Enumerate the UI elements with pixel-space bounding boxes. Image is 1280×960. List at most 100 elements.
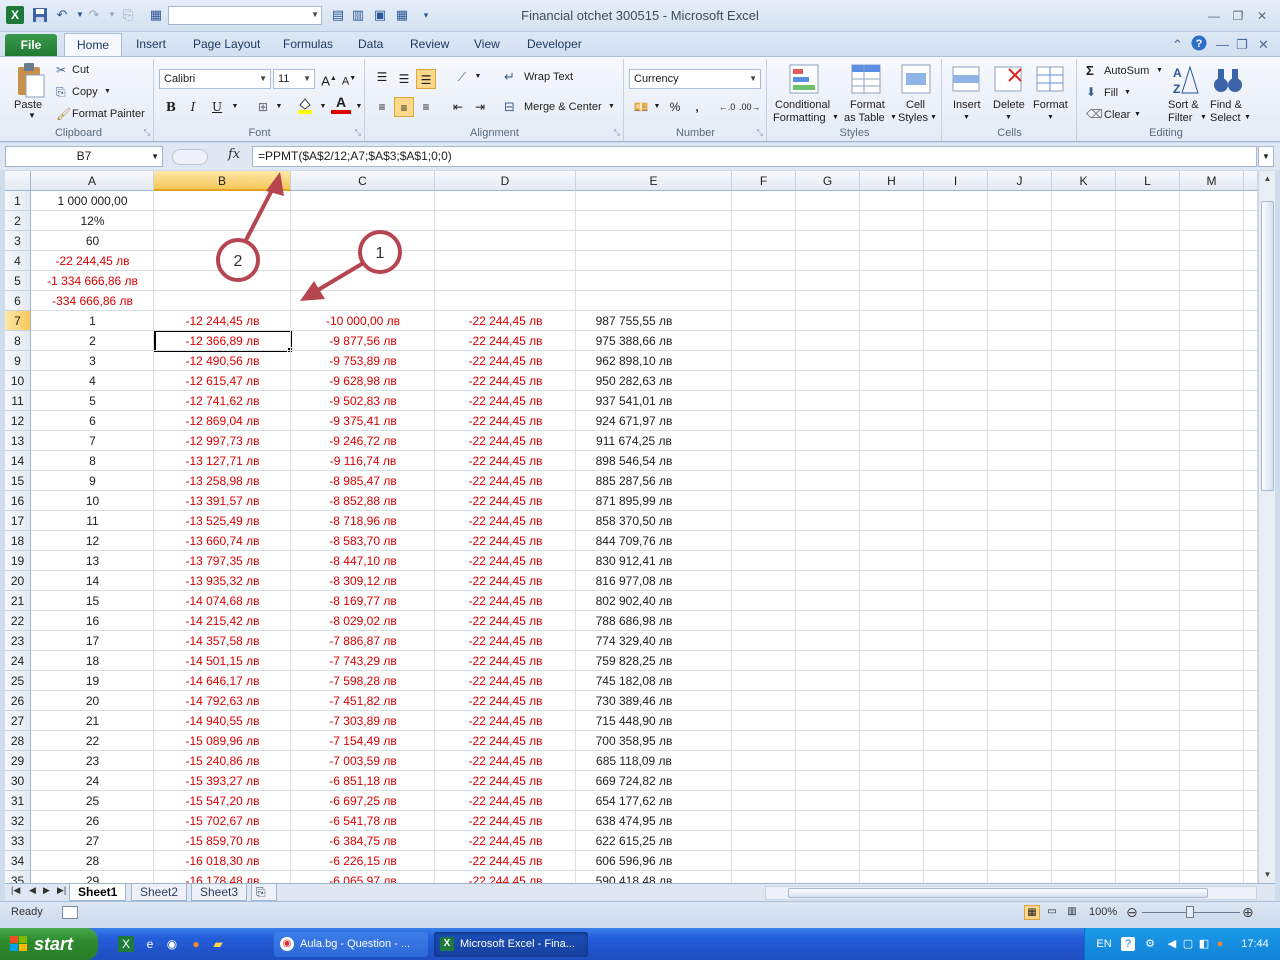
row-header[interactable]: 27 — [5, 711, 31, 731]
cell-c16[interactable]: -8 852,88 лв — [291, 491, 435, 511]
cell-a28[interactable]: 22 — [31, 731, 154, 751]
fill-button[interactable]: Fill — [1104, 87, 1118, 99]
cell-a15[interactable]: 9 — [31, 471, 154, 491]
bold-button[interactable]: B — [161, 97, 181, 117]
cell-e33[interactable]: 622 615,25 лв — [556, 831, 712, 851]
cell-c30[interactable]: -6 851,18 лв — [291, 771, 435, 791]
merge-center-button[interactable]: Merge & Center — [524, 101, 602, 113]
cell-a18[interactable]: 12 — [31, 531, 154, 551]
orientation-dropdown-icon[interactable]: ▼ — [468, 67, 488, 87]
tab-formulas[interactable]: Formulas — [283, 37, 333, 51]
accounting-dropdown-icon[interactable]: ▼ — [647, 97, 667, 117]
row-header[interactable]: 23 — [5, 631, 31, 651]
row-header[interactable]: 8 — [5, 331, 31, 351]
row-header[interactable]: 9 — [5, 351, 31, 371]
cell-a2[interactable]: 12% — [31, 211, 154, 231]
cell-d30[interactable]: -22 244,45 лв — [435, 771, 576, 791]
cell-a17[interactable]: 11 — [31, 511, 154, 531]
cell-styles-icon[interactable] — [900, 63, 934, 97]
row-header[interactable]: 12 — [5, 411, 31, 431]
conditional-dropdown-icon[interactable]: ▼ — [832, 114, 839, 121]
cell-b34[interactable]: -16 018,30 лв — [154, 851, 291, 871]
macro-record-icon[interactable] — [62, 906, 78, 919]
cell-c23[interactable]: -7 886,87 лв — [291, 631, 435, 651]
cell-b17[interactable]: -13 525,49 лв — [154, 511, 291, 531]
cell-c14[interactable]: -9 116,74 лв — [291, 451, 435, 471]
decrease-indent-icon[interactable]: ⇤ — [448, 97, 468, 117]
cell-d27[interactable]: -22 244,45 лв — [435, 711, 576, 731]
cell-a29[interactable]: 23 — [31, 751, 154, 771]
row-header[interactable]: 15 — [5, 471, 31, 491]
percent-style-button[interactable]: % — [665, 97, 685, 117]
row-header[interactable]: 29 — [5, 751, 31, 771]
scroll-up-icon[interactable]: ▲ — [1259, 171, 1276, 187]
help-tray-icon[interactable]: ? — [1121, 937, 1135, 951]
cell-e22[interactable]: 788 686,98 лв — [556, 611, 712, 631]
fill-color-icon[interactable] — [295, 95, 315, 115]
cell-a1[interactable]: 1 000 000,00 — [31, 191, 154, 211]
cell-c22[interactable]: -8 029,02 лв — [291, 611, 435, 631]
cell-d11[interactable]: -22 244,45 лв — [435, 391, 576, 411]
align-left-icon[interactable]: ≡ — [372, 97, 392, 117]
cell-a26[interactable]: 20 — [31, 691, 154, 711]
settings-tray-icon[interactable]: ⚙ — [1143, 937, 1157, 951]
cell-e30[interactable]: 669 724,82 лв — [556, 771, 712, 791]
copy-button[interactable]: Copy — [72, 86, 98, 98]
next-sheet-icon[interactable]: ▶ — [43, 885, 50, 896]
underline-dropdown-icon[interactable]: ▼ — [225, 97, 245, 117]
redo-icon[interactable]: ↷ — [86, 7, 102, 23]
cell-c27[interactable]: -7 303,89 лв — [291, 711, 435, 731]
align-right-icon[interactable]: ≡ — [416, 97, 436, 117]
cell-d22[interactable]: -22 244,45 лв — [435, 611, 576, 631]
cell-b33[interactable]: -15 859,70 лв — [154, 831, 291, 851]
comma-style-button[interactable]: , — [687, 97, 707, 117]
row-header[interactable]: 16 — [5, 491, 31, 511]
tray-expand-icon[interactable]: ◀ — [1165, 937, 1179, 951]
underline-button[interactable]: U — [207, 97, 227, 117]
task-excel[interactable]: X Microsoft Excel - Fina... — [434, 932, 588, 957]
cell-a7[interactable]: 1 — [31, 311, 154, 331]
cell-d29[interactable]: -22 244,45 лв — [435, 751, 576, 771]
workbook-restore-icon[interactable]: ❐ — [1236, 37, 1248, 53]
insert-dropdown-icon[interactable]: ▼ — [963, 114, 970, 121]
cell-b22[interactable]: -14 215,42 лв — [154, 611, 291, 631]
cell-c31[interactable]: -6 697,25 лв — [291, 791, 435, 811]
page-layout-view-icon[interactable]: ▭ — [1044, 905, 1060, 920]
calculator-icon[interactable]: ▦ — [148, 7, 164, 23]
task-aula[interactable]: ◉ Aula.bg - Question - ... — [274, 932, 428, 957]
cell-c11[interactable]: -9 502,83 лв — [291, 391, 435, 411]
row-header[interactable]: 30 — [5, 771, 31, 791]
dialog-launcher-icon[interactable]: ⤡ — [614, 128, 620, 138]
paste-button[interactable]: Paste — [14, 99, 42, 111]
paste-dropdown-icon[interactable]: ▼ — [28, 111, 36, 120]
cell-d9[interactable]: -22 244,45 лв — [435, 351, 576, 371]
cell-b27[interactable]: -14 940,55 лв — [154, 711, 291, 731]
row-header[interactable]: 24 — [5, 651, 31, 671]
cell-a27[interactable]: 21 — [31, 711, 154, 731]
row-header[interactable]: 3 — [5, 231, 31, 251]
fill-color-dropdown-icon[interactable]: ▼ — [313, 97, 333, 117]
cell-a23[interactable]: 17 — [31, 631, 154, 651]
delete-cells-icon[interactable] — [993, 63, 1025, 97]
dialog-launcher-icon[interactable]: ⤡ — [355, 128, 361, 138]
grow-font-button[interactable]: A▲ — [319, 69, 339, 89]
format-as-table-button[interactable]: Format — [850, 99, 885, 111]
tab-page-layout[interactable]: Page Layout — [193, 37, 260, 51]
cell-b29[interactable]: -15 240,86 лв — [154, 751, 291, 771]
cell-e31[interactable]: 654 177,62 лв — [556, 791, 712, 811]
cell-e16[interactable]: 871 895,99 лв — [556, 491, 712, 511]
cell-c26[interactable]: -7 451,82 лв — [291, 691, 435, 711]
column-header-l[interactable]: L — [1116, 171, 1180, 191]
cell-c20[interactable]: -8 309,12 лв — [291, 571, 435, 591]
cell-d13[interactable]: -22 244,45 лв — [435, 431, 576, 451]
cell-e18[interactable]: 844 709,76 лв — [556, 531, 712, 551]
excel-quicklaunch-icon[interactable]: X — [118, 936, 134, 952]
horizontal-scroll-thumb[interactable] — [788, 888, 1208, 898]
row-header[interactable]: 31 — [5, 791, 31, 811]
cell-b18[interactable]: -13 660,74 лв — [154, 531, 291, 551]
row-header[interactable]: 14 — [5, 451, 31, 471]
tab-insert[interactable]: Insert — [136, 37, 166, 51]
cell-a5[interactable]: -1 334 666,86 лв — [31, 271, 154, 291]
cell-d12[interactable]: -22 244,45 лв — [435, 411, 576, 431]
cell-e25[interactable]: 745 182,08 лв — [556, 671, 712, 691]
